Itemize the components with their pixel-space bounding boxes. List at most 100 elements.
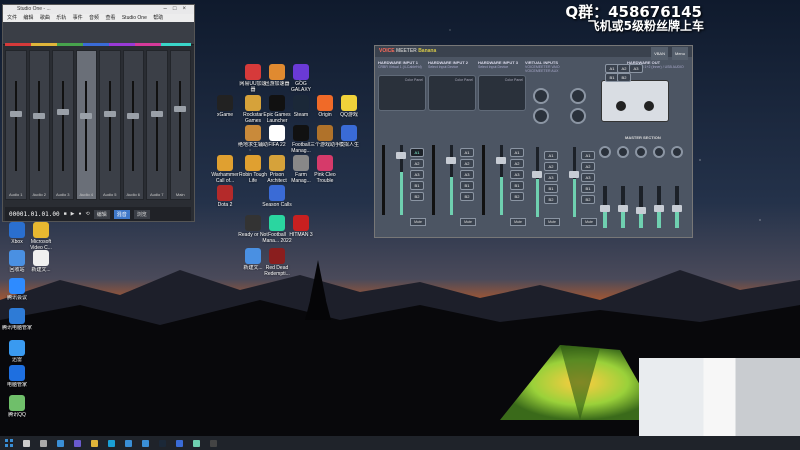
mute-button[interactable]: Mute (581, 218, 597, 226)
master-mode-knob[interactable] (671, 146, 683, 158)
input-panel[interactable]: Color Panel (478, 75, 526, 111)
tab-edit[interactable]: 编辑 (93, 209, 110, 219)
mixer-strip[interactable]: Audio 3 (52, 50, 74, 200)
fader-cap[interactable] (33, 113, 46, 119)
bus-toggle-a2[interactable]: A2 (460, 159, 474, 168)
bus-toggle-b1[interactable]: B1 (410, 181, 424, 190)
desktop-icon[interactable]: 腾讯会议 (2, 278, 32, 301)
master-mode-knob[interactable] (599, 146, 611, 158)
fader-cap[interactable] (636, 207, 646, 214)
menu-song[interactable]: 歌曲 (40, 15, 50, 21)
fader-cap[interactable] (446, 156, 456, 164)
desktop-icon[interactable]: GOG GALAXY (286, 64, 316, 93)
desktop-icon[interactable]: 迅雷 (2, 340, 32, 363)
bus-toggle-a1[interactable]: A1 (544, 151, 558, 160)
virtual-fader[interactable] (536, 147, 539, 217)
task-view-icon[interactable] (40, 439, 47, 447)
desktop-icon[interactable]: 模拟人生 (334, 125, 364, 148)
mute-button[interactable]: Mute (510, 218, 526, 226)
output-select-b2[interactable]: B2 (617, 73, 631, 82)
bus-toggle-a3[interactable]: A3 (460, 170, 474, 179)
fader-cap[interactable] (103, 111, 116, 117)
virtual-knob[interactable] (570, 88, 586, 104)
bus-toggle-a2[interactable]: A2 (544, 162, 558, 171)
play-button[interactable]: ▶ (71, 211, 75, 217)
mixer-strip[interactable]: Audio 6 (122, 50, 144, 200)
widgets-icon[interactable] (57, 439, 64, 447)
mixer-strip[interactable]: Audio 4 (75, 50, 97, 200)
input-gain-fader[interactable] (500, 145, 503, 215)
desktop-icon[interactable]: Warhammer Call of... (210, 155, 240, 184)
menu-file[interactable]: 文件 (7, 15, 17, 21)
master-mode-knob[interactable] (617, 146, 629, 158)
desktop-icon[interactable]: QQ游戏 (334, 95, 364, 118)
desktop-icon[interactable]: Pink Cleo Trouble (310, 155, 340, 184)
loop-button[interactable]: ⟲ (86, 211, 90, 217)
record-button[interactable]: ● (78, 211, 81, 217)
input-panel[interactable]: Color Panel (428, 75, 476, 111)
fader-cap[interactable] (496, 156, 506, 164)
bus-toggle-b2[interactable]: B2 (581, 195, 595, 204)
studio-one-window[interactable]: Studio One - ... –□× 文件 编辑 歌曲 乐轨 事件 音频 查… (2, 4, 195, 222)
desktop-icon[interactable]: 腾讯电脑管家 (2, 308, 32, 331)
desktop-icon[interactable]: 腾讯QQ (2, 395, 32, 418)
voicemeeter-icon[interactable] (193, 439, 200, 447)
voicemeeter-window[interactable]: VOICE MEETER Banana VBAN Menu HARDWARE I… (374, 45, 693, 238)
fader-cap[interactable] (672, 204, 682, 212)
fader-cap[interactable] (600, 204, 610, 212)
file-explorer-icon[interactable] (91, 439, 98, 447)
stop-button[interactable]: ■ (64, 211, 67, 217)
start-icon[interactable] (5, 439, 13, 447)
tab-mix[interactable]: 混音 (113, 209, 130, 219)
fader-cap[interactable] (56, 109, 69, 115)
fader-cap[interactable] (9, 111, 22, 117)
desktop-icon[interactable]: Dota 2 (210, 185, 240, 208)
mixer-strip[interactable]: Audio 5 (99, 50, 121, 200)
bus-toggle-a2[interactable]: A2 (510, 159, 524, 168)
fader-cap[interactable] (654, 204, 664, 212)
mail-icon[interactable] (142, 439, 149, 447)
bus-toggle-b1[interactable]: B1 (510, 181, 524, 190)
bus-toggle-a1[interactable]: A1 (510, 148, 524, 157)
bus-toggle-b1[interactable]: B1 (544, 184, 558, 193)
hardware-input-device[interactable]: Select Input Device (478, 65, 526, 69)
fader-cap[interactable] (80, 113, 93, 119)
cassette-recorder[interactable] (601, 80, 669, 122)
bus-toggle-b1[interactable]: B1 (581, 184, 595, 193)
mixer-strip[interactable]: Main (169, 50, 191, 200)
fader-cap[interactable] (396, 151, 406, 159)
voicemeeter-titlebar[interactable]: VOICE MEETER Banana VBAN Menu (375, 46, 692, 60)
bus-toggle-a1[interactable]: A1 (410, 148, 424, 157)
virtual-knob[interactable] (570, 108, 586, 124)
fader-cap[interactable] (532, 171, 542, 178)
mixer-strip[interactable]: Audio 7 (146, 50, 168, 200)
desktop-icon[interactable]: 电脑管家 (2, 365, 32, 388)
hardware-input-device[interactable]: CRBR Virtual 1 (4-CableHd) (378, 65, 426, 69)
studio-titlebar[interactable]: Studio One - ... –□× (3, 5, 194, 14)
menu-track[interactable]: 乐轨 (56, 15, 66, 21)
mute-button[interactable]: Mute (460, 218, 476, 226)
mixer-strip[interactable]: Audio 1 (5, 50, 27, 200)
bus-toggle-a2[interactable]: A2 (581, 162, 595, 171)
mixer-strip[interactable]: Audio 2 (28, 50, 50, 200)
fader-cap[interactable] (174, 106, 187, 112)
bus-toggle-b2[interactable]: B2 (460, 192, 474, 201)
menu-button[interactable]: Menu (671, 47, 688, 60)
mute-button[interactable]: Mute (410, 218, 426, 226)
menu-edit[interactable]: 编辑 (23, 15, 33, 21)
desktop-icon[interactable]: 新建文... (26, 250, 56, 273)
menu-view[interactable]: 查看 (105, 15, 115, 21)
edge-icon[interactable] (108, 439, 115, 447)
virtual-fader[interactable] (573, 147, 576, 217)
bus-toggle-a1[interactable]: A1 (581, 151, 595, 160)
search-icon[interactable] (23, 439, 30, 447)
fader-cap[interactable] (618, 204, 628, 212)
bus-toggle-b2[interactable]: B2 (410, 192, 424, 201)
fader-cap[interactable] (127, 113, 140, 119)
master-mode-knob[interactable] (635, 146, 647, 158)
bus-toggle-a3[interactable]: A3 (544, 173, 558, 182)
desktop-icon[interactable]: Microsoft Video C... (26, 222, 56, 251)
steam-icon[interactable] (159, 439, 166, 447)
input-panel[interactable]: Color Panel (378, 75, 426, 111)
virtual-knob[interactable] (533, 88, 549, 104)
